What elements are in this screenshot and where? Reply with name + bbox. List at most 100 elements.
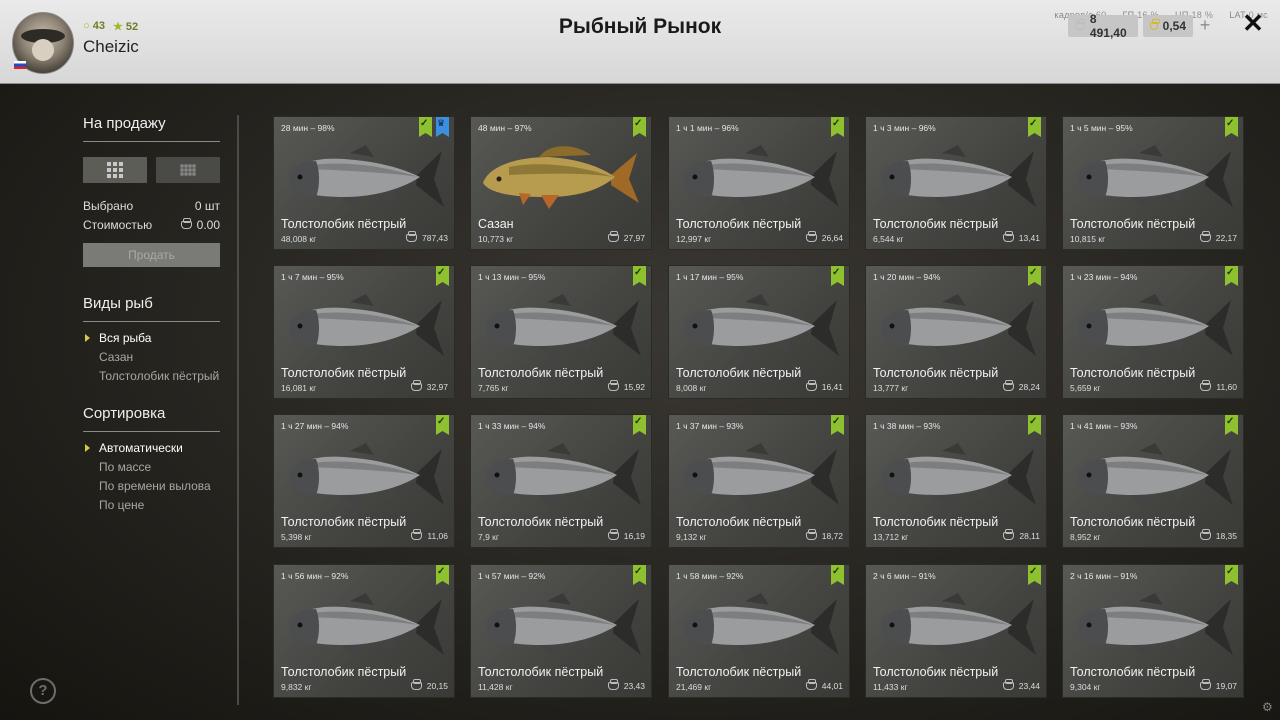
fish-price-value: 13,41 bbox=[1018, 233, 1040, 243]
fish-name: Толстолобик пёстрый bbox=[1070, 366, 1196, 380]
fish-price-value: 23,43 bbox=[623, 681, 645, 691]
selected-check-icon[interactable] bbox=[831, 117, 844, 137]
silver-balance: 8 491,40 bbox=[1068, 12, 1138, 40]
add-currency-button[interactable]: + bbox=[1196, 16, 1214, 35]
fish-card[interactable]: 1 ч 5 мин – 95% Толстолобик пёстрый 10,8… bbox=[1062, 116, 1244, 250]
settings-icon[interactable]: ⚙ bbox=[1262, 700, 1273, 714]
selected-check-icon[interactable] bbox=[633, 266, 646, 286]
fish-price-value: 28,11 bbox=[1019, 531, 1040, 541]
silver-coin-icon bbox=[411, 529, 423, 540]
sort-by-price[interactable]: По цене bbox=[99, 496, 211, 515]
catch-time: 48 мин – 97% bbox=[478, 123, 532, 133]
cost-label: Стоимостью bbox=[83, 218, 153, 232]
selected-check-icon[interactable] bbox=[1225, 415, 1238, 435]
sell-button[interactable]: Продать bbox=[83, 243, 220, 267]
fish-name: Толстолобик пёстрый bbox=[478, 515, 604, 529]
fish-name: Толстолобик пёстрый bbox=[1070, 665, 1196, 679]
trophy-crown-icon bbox=[436, 117, 449, 137]
fish-card[interactable]: 1 ч 33 мин – 94% Толстолобик пёстрый 7,9… bbox=[470, 414, 652, 548]
catch-time: 1 ч 57 мин – 92% bbox=[478, 571, 546, 581]
fish-price: 13,41 bbox=[1002, 231, 1040, 243]
fish-price: 16,19 bbox=[607, 529, 645, 541]
fish-card[interactable]: 1 ч 38 мин – 93% Толстолобик пёстрый 13,… bbox=[865, 414, 1047, 548]
sort-auto[interactable]: Автоматически bbox=[85, 439, 211, 458]
fish-card[interactable]: 1 ч 58 мин – 92% Толстолобик пёстрый 21,… bbox=[668, 564, 850, 698]
fish-weight: 8,952 кг bbox=[1070, 532, 1101, 542]
silver-coin-icon bbox=[1002, 231, 1014, 242]
selected-check-icon[interactable] bbox=[1028, 266, 1041, 286]
silver-coin-icon bbox=[180, 218, 192, 229]
fish-weight: 11,428 кг bbox=[478, 682, 513, 692]
selected-check-icon[interactable] bbox=[1028, 117, 1041, 137]
small-grid-view-button[interactable] bbox=[156, 157, 220, 183]
silver-coin-icon bbox=[410, 679, 422, 690]
selected-check-icon[interactable] bbox=[831, 266, 844, 286]
fish-price: 23,43 bbox=[607, 679, 645, 691]
selected-check-icon[interactable] bbox=[1225, 565, 1238, 585]
fish-price: 18,35 bbox=[1199, 529, 1237, 541]
fish-name: Толстолобик пёстрый bbox=[478, 665, 604, 679]
selected-check-icon[interactable] bbox=[436, 266, 449, 286]
close-button[interactable]: ✕ bbox=[1240, 10, 1266, 36]
fish-card[interactable]: 28 мин – 98% Толстолобик пёстрый 48,008 … bbox=[273, 116, 455, 250]
fish-card[interactable]: 1 ч 7 мин – 95% Толстолобик пёстрый 16,0… bbox=[273, 265, 455, 399]
fish-card[interactable]: 1 ч 41 мин – 93% Толстолобик пёстрый 8,9… bbox=[1062, 414, 1244, 548]
fish-name: Толстолобик пёстрый bbox=[281, 217, 407, 231]
fish-card[interactable]: 1 ч 13 мин – 95% Толстолобик пёстрый 7,7… bbox=[470, 265, 652, 399]
fish-name: Толстолобик пёстрый bbox=[873, 366, 999, 380]
fish-card[interactable]: 1 ч 23 мин – 94% Толстолобик пёстрый 5,6… bbox=[1062, 265, 1244, 399]
fish-price-value: 26,64 bbox=[821, 233, 843, 243]
selected-check-icon[interactable] bbox=[436, 415, 449, 435]
fish-type-carp[interactable]: Сазан bbox=[99, 348, 219, 367]
selected-row: Выбрано 0 шт bbox=[83, 199, 220, 213]
selected-check-icon[interactable] bbox=[633, 565, 646, 585]
catch-time: 2 ч 16 мин – 91% bbox=[1070, 571, 1138, 581]
fish-type-all[interactable]: Вся рыба bbox=[84, 329, 219, 348]
fish-card[interactable]: 1 ч 3 мин – 96% Толстолобик пёстрый 6,54… bbox=[865, 116, 1047, 250]
fish-card[interactable]: 2 ч 16 мин – 91% Толстолобик пёстрый 9,3… bbox=[1062, 564, 1244, 698]
fish-price-value: 787,43 bbox=[422, 233, 448, 243]
silver-coin-icon bbox=[805, 380, 817, 391]
fish-price: 22,17 bbox=[1199, 231, 1237, 243]
fish-weight: 6,544 кг bbox=[873, 234, 904, 244]
catch-time: 1 ч 41 мин – 93% bbox=[1070, 421, 1138, 431]
help-button[interactable]: ? bbox=[30, 678, 56, 704]
fish-card[interactable]: 1 ч 17 мин – 95% Толстолобик пёстрый 8,0… bbox=[668, 265, 850, 399]
fish-name: Толстолобик пёстрый bbox=[873, 665, 999, 679]
catch-time: 1 ч 56 мин – 92% bbox=[281, 571, 349, 581]
selected-check-icon[interactable] bbox=[831, 565, 844, 585]
top-bar: ○ 43 ★ 52 Cheizic Рыбный Рынок кадров/с … bbox=[0, 0, 1280, 84]
fish-card[interactable]: 1 ч 57 мин – 92% Толстолобик пёстрый 11,… bbox=[470, 564, 652, 698]
fish-card[interactable]: 1 ч 20 мин – 94% Толстолобик пёстрый 13,… bbox=[865, 265, 1047, 399]
selected-check-icon[interactable] bbox=[1225, 117, 1238, 137]
fish-card[interactable]: 1 ч 1 мин – 96% Толстолобик пёстрый 12,9… bbox=[668, 116, 850, 250]
sort-by-catch-time[interactable]: По времени вылова bbox=[99, 477, 211, 496]
fish-name: Толстолобик пёстрый bbox=[281, 515, 407, 529]
large-grid-view-button[interactable] bbox=[83, 157, 147, 183]
selected-check-icon[interactable] bbox=[831, 415, 844, 435]
selected-check-icon[interactable] bbox=[419, 117, 432, 137]
selected-check-icon[interactable] bbox=[1028, 415, 1041, 435]
selected-check-icon[interactable] bbox=[633, 117, 646, 137]
fish-card[interactable]: 1 ч 37 мин – 93% Толстолобик пёстрый 9,1… bbox=[668, 414, 850, 548]
fish-type-bighead[interactable]: Толстолобик пёстрый bbox=[99, 367, 219, 386]
fish-price: 23,44 bbox=[1002, 679, 1040, 691]
fish-price: 27,97 bbox=[607, 231, 645, 243]
fish-price-value: 16,19 bbox=[623, 531, 645, 541]
silver-value: 8 491,40 bbox=[1089, 12, 1127, 40]
sorting-list: Автоматически По массе По времени вылова… bbox=[85, 439, 211, 515]
for-sale-title: На продажу bbox=[83, 115, 220, 142]
fish-card[interactable]: 2 ч 6 мин – 91% Толстолобик пёстрый 11,4… bbox=[865, 564, 1047, 698]
fish-card[interactable]: 1 ч 56 мин – 92% Толстолобик пёстрый 9,8… bbox=[273, 564, 455, 698]
selected-check-icon[interactable] bbox=[1225, 266, 1238, 286]
fish-type-list: Вся рыба Сазан Толстолобик пёстрый bbox=[84, 329, 219, 386]
fish-card[interactable]: 1 ч 27 мин – 94% Толстолобик пёстрый 5,3… bbox=[273, 414, 455, 548]
fish-weight: 10,815 кг bbox=[1070, 234, 1106, 244]
catch-time: 28 мин – 98% bbox=[281, 123, 335, 133]
fish-card[interactable]: 48 мин – 97% Сазан 10,773 кг 27,97 bbox=[470, 116, 652, 250]
sort-by-weight[interactable]: По массе bbox=[99, 458, 211, 477]
selected-check-icon[interactable] bbox=[633, 415, 646, 435]
fish-price: 11,60 bbox=[1200, 380, 1237, 392]
selected-check-icon[interactable] bbox=[436, 565, 449, 585]
selected-check-icon[interactable] bbox=[1028, 565, 1041, 585]
